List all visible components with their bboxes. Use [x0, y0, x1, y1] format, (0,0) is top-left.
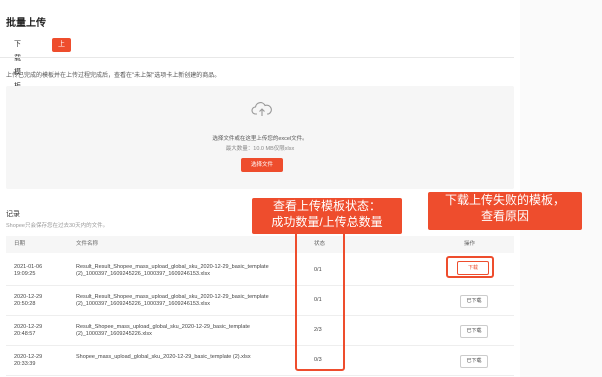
table-row: 2020-12-29 20:50:28 Result_Result_Shopee…: [6, 286, 514, 316]
action-callout-line: 查看原因: [480, 209, 529, 223]
upload-hint: 选择文件或在这里上传您的excel文件。: [212, 136, 308, 142]
column-date: 日期: [14, 241, 26, 247]
downloaded-button[interactable]: 已下载: [460, 355, 488, 368]
main-card: 批量上传 下载模板 上传文件 上传已完成的模板并在上传过程完成后，查看在"未上架…: [0, 0, 520, 377]
action-highlight-box: [446, 256, 494, 278]
column-action: 操作: [464, 241, 476, 247]
page-title: 批量上传: [6, 18, 46, 29]
downloaded-button[interactable]: 已下载: [460, 325, 488, 338]
table-header: 日期 文件名称 状态 操作: [6, 236, 514, 253]
page-margin: [520, 0, 602, 377]
row-filename: Result_Shopee_mass_upload_global_sku_202…: [76, 324, 250, 337]
row-date: 2020-12-29 20:48:57: [14, 324, 43, 337]
cloud-upload-icon: [251, 102, 272, 116]
row-date: 2020-12-29 20:33:39: [14, 354, 43, 367]
status-callout-line: 查看上传模板状态：: [272, 199, 381, 213]
tab-upload-file[interactable]: 上传文件: [52, 38, 71, 90]
row-date: 2021-01-06 19:09:25: [14, 264, 43, 277]
records-subtitle: Shopee只会保存您在过去30天内的文件。: [6, 223, 109, 229]
status-callout-line: 成功数量/上传总数量: [271, 215, 383, 229]
row-filename: Result_Result_Shopee_mass_upload_global_…: [76, 294, 269, 307]
select-file-button[interactable]: 选择文件: [241, 158, 283, 172]
upload-dropzone[interactable]: 选择文件或在这里上传您的excel文件。 最大数量：10.0 MB仅限xlsx …: [6, 86, 514, 189]
page: 批量上传 下载模板 上传文件 上传已完成的模板并在上传过程完成后，查看在"未上架…: [0, 0, 602, 377]
row-date: 2020-12-29 20:50:28: [14, 294, 43, 307]
action-callout-line: 下载上传失败的模板，: [444, 193, 565, 207]
upload-description: 上传已完成的模板并在上传过程完成后，查看在"未上架"选项卡上新创建的商品。: [6, 73, 221, 79]
records-title: 记录: [6, 211, 20, 218]
action-callout: 下载上传失败的模板， 查看原因: [428, 192, 582, 230]
status-callout: 查看上传模板状态： 成功数量/上传总数量: [252, 198, 402, 234]
tab-divider: [0, 57, 514, 58]
table-row: 2020-12-29 20:33:39 Shopee_mass_upload_g…: [6, 346, 514, 376]
downloaded-button[interactable]: 已下载: [460, 295, 488, 308]
upload-limit: 最大数量：10.0 MB仅限xlsx: [225, 146, 295, 152]
row-filename: Shopee_mass_upload_global_sku_2020-12-29…: [76, 354, 251, 360]
status-highlight-box: [295, 231, 345, 371]
table-row: 2020-12-29 20:48:57 Result_Shopee_mass_u…: [6, 316, 514, 346]
tab-download-template[interactable]: 下载模板: [8, 38, 27, 90]
table-row: 2021-01-06 19:09:25 Result_Result_Shopee…: [6, 256, 514, 286]
column-filename: 文件名称: [76, 241, 99, 247]
row-filename: Result_Result_Shopee_mass_upload_global_…: [76, 264, 269, 277]
